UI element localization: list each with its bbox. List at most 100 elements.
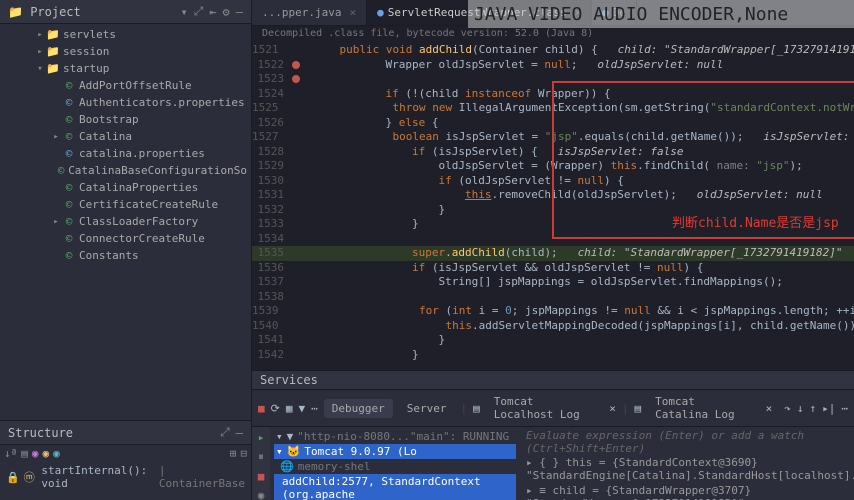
code-line[interactable]: 1541 } <box>252 333 854 348</box>
tab-server[interactable]: Server <box>399 399 455 418</box>
structure-header: Structure ⤢ — <box>0 421 251 445</box>
layout-icon[interactable]: ▦ <box>286 402 293 415</box>
collapse-icon[interactable]: ⇤ <box>209 5 216 19</box>
code-line[interactable]: 1542 } <box>252 348 854 363</box>
stop-icon[interactable]: ■ <box>258 402 265 415</box>
code-line[interactable]: 1524 if (!(child instanceof Wrapper)) { <box>252 87 854 102</box>
code-line[interactable]: 1528 if (isJspServlet) { isJspServlet: f… <box>252 145 854 160</box>
resume-icon[interactable]: ▸ <box>258 431 265 444</box>
step-out-icon[interactable]: ↑ <box>810 402 817 415</box>
tree-item[interactable]: ©CertificateCreateRule <box>0 196 251 213</box>
tree-item[interactable]: ©Constants <box>0 247 251 264</box>
gear-icon[interactable]: ⚙ <box>223 5 230 19</box>
more-icon[interactable]: ⋯ <box>841 402 848 415</box>
tree-item[interactable]: ▾📁startup <box>0 60 251 77</box>
code-line[interactable]: 1526 } else { <box>252 116 854 131</box>
log-icon: ▤ <box>635 402 642 415</box>
code-line[interactable]: 1525 throw new IllegalArgumentException(… <box>252 101 854 116</box>
project-title: Project <box>30 5 174 19</box>
tree-item[interactable]: ▸©ClassLoaderFactory <box>0 213 251 230</box>
structure-toolbar: ↓ª ▤ ◉ ◉ ◉ ⊞ ⊟ <box>0 445 251 462</box>
variables-panel[interactable]: Evaluate expression (Enter) or add a wat… <box>520 427 854 500</box>
close-icon[interactable]: × <box>575 6 582 19</box>
editor-tab[interactable]: ●ServletRequestWrapper.class× <box>367 0 592 25</box>
filter-icon[interactable]: ▼ <box>298 402 305 415</box>
variable-row[interactable]: ▸ ≡ child = {StandardWrapper@3707} "Stan… <box>526 483 848 500</box>
code-line[interactable]: 1536 if (isJspServlet && oldJspServlet !… <box>252 261 854 276</box>
project-tree[interactable]: ▸📁servlets▸📁session▾📁startup©AddPortOffs… <box>0 24 251 420</box>
code-line[interactable]: 1537 String[] jspMappings = oldJspServle… <box>252 275 854 290</box>
code-line[interactable]: 1523 <box>252 72 854 87</box>
variable-row[interactable]: ▸ { } this = {StandardContext@3690} "Sta… <box>526 455 848 483</box>
tree-item[interactable]: ▸📁session <box>0 43 251 60</box>
frame-row[interactable]: ▾🐱Tomcat 9.0.97 (Lo <box>274 444 516 459</box>
close-icon[interactable]: × <box>766 402 773 415</box>
code-line[interactable]: 1530 if (oldJspServlet != null) { <box>252 174 854 189</box>
rerun-icon[interactable]: ⟳ <box>271 402 280 415</box>
close-icon[interactable]: × <box>349 6 356 19</box>
tree-item[interactable]: ©CatalinaBaseConfigurationSo <box>0 162 251 179</box>
code-line[interactable]: 1527 boolean isJspServlet = "jsp".equals… <box>252 130 854 145</box>
tree-item[interactable]: ©AddPortOffsetRule <box>0 77 251 94</box>
structure-pkg: | ContainerBase <box>159 464 245 490</box>
close-icon[interactable]: × <box>609 402 616 415</box>
code-line[interactable]: 1522 Wrapper oldJspServlet = null; oldJs… <box>252 58 854 73</box>
expand-all-icon[interactable]: ⊞ <box>230 447 237 460</box>
filter-icon[interactable]: ▤ <box>21 447 28 460</box>
stop-icon[interactable]: ■ <box>258 470 265 483</box>
editor-tab[interactable]: ...pper.java× <box>252 0 367 25</box>
tab-debugger[interactable]: Debugger <box>324 399 393 418</box>
decompiled-info: Decompiled .class file, bytecode version… <box>252 26 854 41</box>
tree-item[interactable]: ©catalina.properties <box>0 145 251 162</box>
minimize-icon[interactable]: — <box>236 426 243 440</box>
editor-tabs: JAVA VIDEO AUDIO ENCODER,None ...pper.ja… <box>252 0 854 26</box>
tag-icon[interactable]: ◉ <box>32 447 39 460</box>
code-line[interactable]: 1531 this.removeChild(oldJspServlet); ol… <box>252 188 854 203</box>
collapse-all-icon[interactable]: ⊟ <box>240 447 247 460</box>
code-line[interactable]: 1533 } <box>252 217 854 232</box>
evaluate-input[interactable]: Evaluate expression (Enter) or add a wat… <box>526 429 848 455</box>
view-bp-icon[interactable]: ◉ <box>258 489 265 500</box>
sort-icon[interactable]: ↓ª <box>4 447 17 460</box>
code-line[interactable]: 1540 this.addServletMappingDecoded(jspMa… <box>252 319 854 334</box>
services-title: Services <box>260 373 846 387</box>
step-over-icon[interactable]: ↷ <box>784 402 791 415</box>
field-icon[interactable]: ◉ <box>43 447 50 460</box>
minimize-icon[interactable]: — <box>236 5 243 19</box>
services-toolbar: ■ ⟳ ▦ ▼ ⋯ Debugger Server | ▤ Tomcat Loc… <box>252 390 854 427</box>
services-sidebar: ▸ ⏸ ■ ◉ ⊘ <box>252 427 270 500</box>
frames-panel[interactable]: ▾▼"http-nio-8080..."main": RUNNING▾🐱Tomc… <box>270 427 520 500</box>
code-line[interactable]: 1538 <box>252 290 854 305</box>
log-icon: ▤ <box>473 402 480 415</box>
frame-row[interactable]: 🌐memory-shel <box>274 459 516 474</box>
run-to-icon[interactable]: ▸| <box>822 402 835 415</box>
tree-item[interactable]: ▸©Catalina <box>0 128 251 145</box>
code-editor[interactable]: 1521 public void addChild(Container chil… <box>252 41 854 370</box>
frame-row[interactable]: ▾▼"http-nio-8080..."main": RUNNING <box>274 429 516 444</box>
code-line[interactable]: 1534 <box>252 232 854 247</box>
code-line[interactable]: 1539 for (int i = 0; jspMappings != null… <box>252 304 854 319</box>
code-line[interactable]: 1535 super.addChild(child); child: "Stan… <box>252 246 854 261</box>
tab-localhost-log[interactable]: Tomcat Localhost Log <box>486 392 604 424</box>
expand-icon[interactable]: ⤢ <box>220 425 230 440</box>
structure-item[interactable]: 🔒 ⓜ startInternal(): void | ContainerBas… <box>0 462 251 492</box>
method-icon: ⓜ <box>24 469 35 485</box>
tree-item[interactable]: ©ConnectorCreateRule <box>0 230 251 247</box>
project-header: 📁 Project ▾ ⤢ ⇤ ⚙ — <box>0 0 251 24</box>
step-into-icon[interactable]: ↓ <box>797 402 804 415</box>
more-icon[interactable]: ⋯ <box>311 402 318 415</box>
tree-item[interactable]: ▸📁servlets <box>0 26 251 43</box>
chevron-down-icon[interactable]: ▾ <box>180 5 187 19</box>
expand-icon[interactable]: ⤢ <box>194 4 204 19</box>
pause-icon[interactable]: ⏸ <box>258 450 264 464</box>
tree-item[interactable]: ©CatalinaProperties <box>0 179 251 196</box>
code-line[interactable]: 1529 oldJspServlet = (Wrapper) this.find… <box>252 159 854 174</box>
tab-catalina-log[interactable]: Tomcat Catalina Log <box>647 392 759 424</box>
code-line[interactable]: 1521 public void addChild(Container chil… <box>252 43 854 58</box>
editor-tab[interactable]: ●De <box>592 0 637 25</box>
stack-frame[interactable]: addChild:2577, StandardContext (org.apac… <box>274 474 516 500</box>
tree-item[interactable]: ©Bootstrap <box>0 111 251 128</box>
method-icon[interactable]: ◉ <box>53 447 60 460</box>
code-line[interactable]: 1532 } <box>252 203 854 218</box>
tree-item[interactable]: ©Authenticators.properties <box>0 94 251 111</box>
